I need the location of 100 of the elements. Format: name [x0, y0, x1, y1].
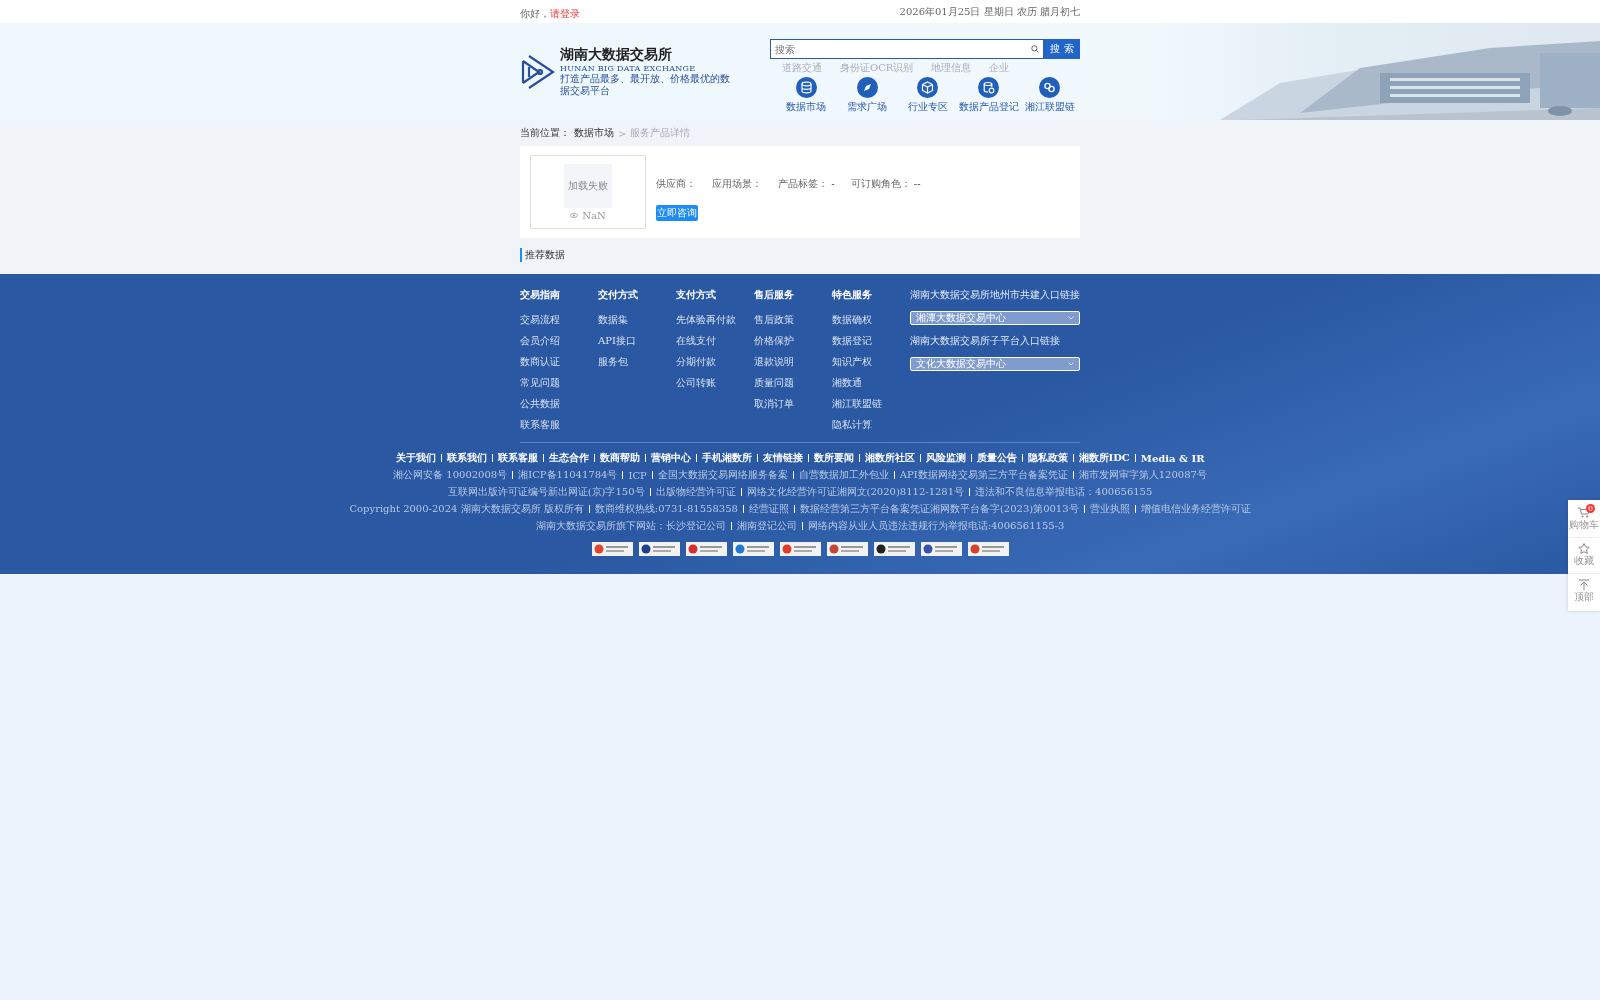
legal-text: 湖南大数据交易所旗下网站：长沙登记公司 — [535, 519, 726, 533]
footer-nav-link[interactable]: 友情链接 — [762, 451, 803, 465]
footer-link[interactable]: 湘江联盟链 — [832, 397, 910, 411]
consult-button[interactable]: 立即咨询 — [656, 205, 698, 221]
star-icon — [1578, 543, 1590, 554]
legal-text: 湘南登记公司 — [736, 519, 797, 533]
footer-link[interactable]: 先体验再付款 — [676, 313, 754, 327]
legal-text: 数商维权热线:0731-81558358 — [594, 502, 738, 516]
legal-text: 湘市发网审字第人120087号 — [1078, 468, 1207, 482]
portal-title: 湖南大数据交易所地州市共建入口链接 — [910, 288, 1080, 302]
footer-link[interactable]: 交易流程 — [520, 313, 598, 327]
footer-nav-link[interactable]: 营销中心 — [650, 451, 691, 465]
legal-text: 出版物经营许可证 — [655, 485, 736, 499]
footer-column-title: 交易指南 — [520, 288, 561, 302]
footer-column-title: 特色服务 — [832, 288, 873, 302]
nav-item[interactable]: 行业专区 — [897, 77, 959, 114]
legal-text: 互联网出版许可证编号新出网证(京)字150号 — [447, 485, 645, 499]
footer-nav-link[interactable]: 数商帮助 — [599, 451, 640, 465]
product-field: 产品标签： - — [778, 177, 835, 191]
footer-nav-link[interactable]: Media & IR — [1140, 452, 1205, 464]
footer-nav-link[interactable]: 生态合作 — [548, 451, 589, 465]
footer-link[interactable]: 数据确权 — [832, 313, 910, 327]
footer-link[interactable]: 会员介绍 — [520, 334, 598, 348]
nav-item[interactable]: 湘江联盟链 — [1019, 77, 1080, 114]
date-text: 2026年01月25日 星期日 农历 腊月初七 — [899, 4, 1080, 19]
footer-column-title: 售后服务 — [754, 288, 795, 302]
footer-link[interactable]: 数据登记 — [832, 334, 910, 348]
footer-nav-link[interactable]: 隐私政策 — [1027, 451, 1068, 465]
nav-item[interactable]: 数据市场 — [776, 77, 837, 114]
footer-link[interactable]: 服务包 — [598, 355, 676, 369]
product-field: 供应商： — [656, 177, 696, 191]
nav-item[interactable]: 需求广场 — [836, 77, 898, 114]
search-icon — [1031, 45, 1039, 53]
chevron-icon — [1068, 316, 1074, 320]
footer-link[interactable]: 隐私计算 — [832, 418, 910, 432]
footer-nav-link[interactable]: 风险监测 — [925, 451, 966, 465]
certification-badge-icon[interactable] — [638, 542, 680, 556]
footer-link[interactable]: 知识产权 — [832, 355, 910, 369]
side-tool[interactable]: 收藏 — [1568, 538, 1600, 574]
footer-link[interactable]: 售后政策 — [754, 313, 832, 327]
footer-nav-link[interactable]: 手机湘数所 — [701, 451, 752, 465]
legal-text: 网络内容从业人员违法违规行为举报电话:4006561155-3 — [807, 519, 1065, 533]
footer-link[interactable]: 数据集 — [598, 313, 676, 327]
side-tool[interactable]: 0 购物车 — [1568, 502, 1600, 538]
back-to-top-icon — [1578, 579, 1590, 590]
legal-text: Copyright 2000-2024 湖南大数据交易所 版权所有 — [349, 502, 584, 516]
footer-link[interactable]: 湘数通 — [832, 376, 910, 390]
breadcrumb-link[interactable]: 数据市场 — [574, 126, 614, 140]
product-field: 应用场景： — [712, 177, 762, 191]
footer-link[interactable]: 常见问题 — [520, 376, 598, 390]
chain-icon — [1039, 77, 1061, 98]
legal-text: ICP — [628, 469, 647, 481]
footer-nav-link[interactable]: 湘数所社区 — [864, 451, 915, 465]
legal-text: 增值电信业务经营许可证 — [1140, 502, 1251, 516]
legal-text: 湘ICP备11041784号 — [518, 468, 618, 482]
footer-link[interactable]: API接口 — [598, 334, 676, 348]
breadcrumb-separator: > — [618, 127, 627, 139]
search-button[interactable]: 搜 索 — [1044, 39, 1080, 59]
footer-link[interactable]: 价格保护 — [754, 334, 832, 348]
legal-text: 违法和不良信息举报电话：400656155 — [975, 485, 1153, 499]
footer-link[interactable]: 退款说明 — [754, 355, 832, 369]
footer-link[interactable]: 分期付款 — [676, 355, 754, 369]
footer-column-title: 交付方式 — [598, 288, 639, 302]
breadcrumb-label: 当前位置： — [520, 126, 570, 140]
certification-badge-icon[interactable] — [873, 542, 915, 556]
legal-text: API数据网络交易第三方平台备案凭证 — [899, 468, 1068, 482]
legal-text: 网络文化经营许可证湘网文(2020)8112-1281号 — [746, 485, 965, 499]
footer-nav-link[interactable]: 联系我们 — [446, 451, 487, 465]
footer-nav-link[interactable]: 联系客服 — [497, 451, 538, 465]
login-link[interactable]: 请登录 — [550, 8, 580, 19]
search-field[interactable]: 搜索 — [770, 39, 1044, 59]
nav-item[interactable]: 数据产品登记 — [958, 77, 1020, 114]
cube-icon — [917, 77, 939, 98]
footer-link[interactable]: 联系客服 — [520, 418, 598, 432]
logo-slogan: 打造产品最多、最开放、价格最优的数据交易平台 — [560, 73, 730, 97]
register-icon — [978, 77, 1000, 98]
product-field: 可订购角色： -- — [850, 177, 921, 191]
footer-link[interactable]: 公共数据 — [520, 397, 598, 411]
view-count: NaN — [582, 209, 606, 221]
footer-nav-link[interactable]: 湘数所IDC — [1078, 451, 1130, 465]
footer-link[interactable]: 取消订单 — [754, 397, 832, 411]
section-title: 推荐数据 — [520, 248, 565, 262]
footer-link[interactable]: 在线支付 — [676, 334, 754, 348]
eye-icon — [570, 212, 579, 218]
legal-text: 数据经营第三方平台备案凭证湘网数平台备字(2023)第0013号 — [799, 502, 1079, 516]
footer-nav-link[interactable]: 关于我们 — [395, 451, 436, 465]
footer-link[interactable]: 数商认证 — [520, 355, 598, 369]
side-tool[interactable]: 顶部 — [1568, 574, 1600, 609]
footer-link[interactable]: 质量问题 — [754, 376, 832, 390]
footer-nav-link[interactable]: 数所要闻 — [813, 451, 854, 465]
logo-name: 湖南大数据交易所 — [560, 46, 673, 64]
image-error-text: 加载失败 — [564, 163, 612, 208]
portal-title: 湖南大数据交易所子平台入口链接 — [910, 334, 1061, 348]
certification-badge-icon[interactable] — [920, 542, 962, 556]
footer-column-title: 支付方式 — [676, 288, 717, 302]
chevron-icon — [1068, 362, 1074, 366]
certification-badge-icon[interactable] — [591, 542, 633, 556]
greeting-text: 你好， — [520, 8, 550, 19]
footer-nav-link[interactable]: 质量公告 — [976, 451, 1017, 465]
footer-link[interactable]: 公司转账 — [676, 376, 754, 390]
